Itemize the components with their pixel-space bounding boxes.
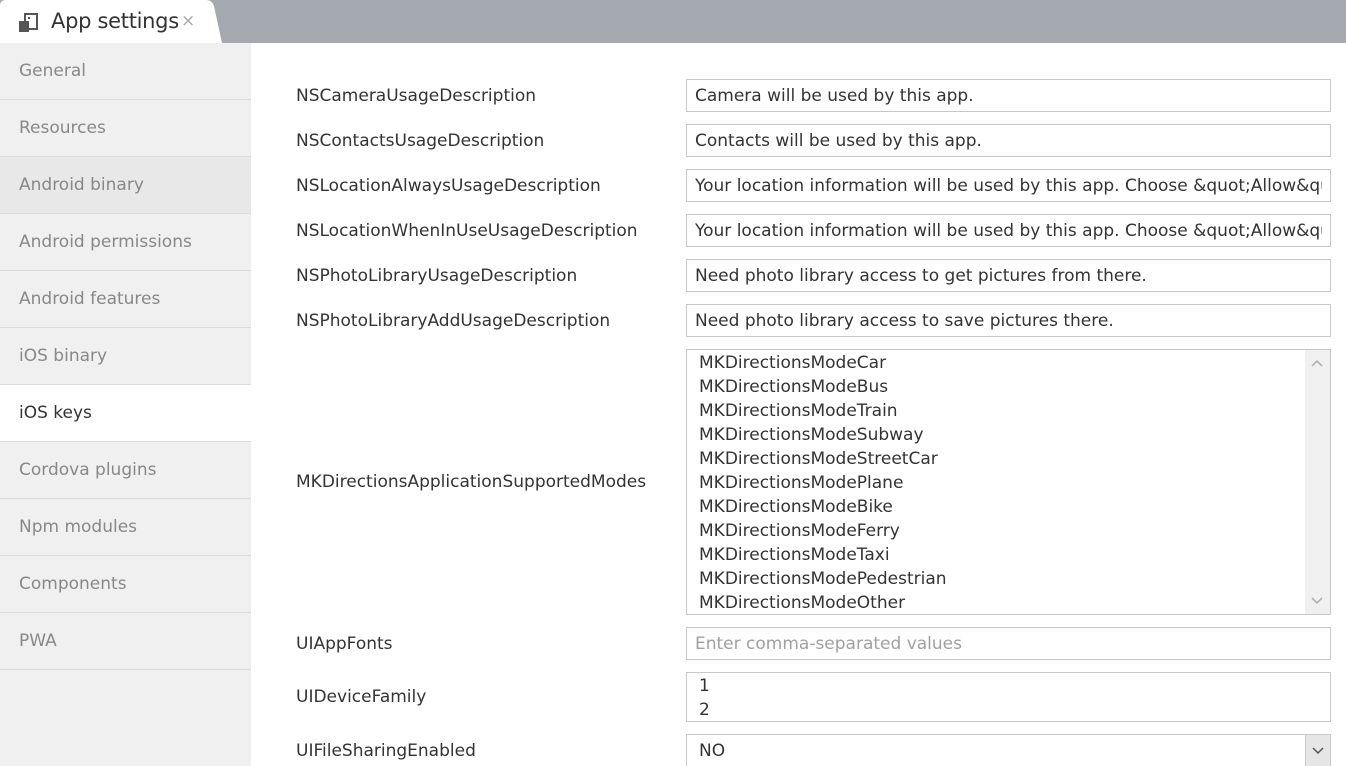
sidebar-item-android-permissions[interactable]: Android permissions [0, 214, 251, 271]
photo-library-add-label: NSPhotoLibraryAddUsageDescription [296, 311, 611, 331]
tab-title: App settings [51, 9, 179, 33]
device-family-listbox[interactable]: 1 2 [686, 672, 1331, 722]
sidebar: General Resources Android binary Android… [0, 43, 251, 766]
location-when-in-use-input[interactable] [686, 214, 1331, 247]
chevron-up-icon[interactable] [1310, 358, 1324, 368]
sidebar-item-cordova-plugins[interactable]: Cordova plugins [0, 442, 251, 499]
list-item[interactable]: 1 [699, 674, 710, 698]
location-always-label: NSLocationAlwaysUsageDescription [296, 176, 601, 196]
sidebar-item-ios-binary[interactable]: iOS binary [0, 328, 251, 385]
list-item[interactable]: MKDirectionsModeBus [699, 375, 947, 399]
sidebar-item-android-features[interactable]: Android features [0, 271, 251, 328]
photo-library-label: NSPhotoLibraryUsageDescription [296, 266, 578, 286]
sidebar-item-general[interactable]: General [0, 43, 251, 100]
camera-usage-label: NSCameraUsageDescription [296, 86, 537, 106]
list-item[interactable]: MKDirectionsModeFerry [699, 519, 947, 543]
chevron-down-icon [1312, 747, 1324, 755]
list-item[interactable]: MKDirectionsModeSubway [699, 423, 947, 447]
list-item[interactable]: MKDirectionsModeTaxi [699, 543, 947, 567]
dropdown-button[interactable] [1305, 735, 1330, 766]
sidebar-item-npm-modules[interactable]: Npm modules [0, 499, 251, 556]
location-when-in-use-label: NSLocationWhenInUseUsageDescription [296, 221, 638, 241]
contacts-usage-label: NSContactsUsageDescription [296, 131, 545, 151]
list-item[interactable]: MKDirectionsModePedestrian [699, 567, 947, 591]
tab-app-settings[interactable]: App settings × [0, 0, 222, 43]
list-item[interactable]: MKDirectionsModePlane [699, 471, 947, 495]
app-fonts-label: UIAppFonts [296, 634, 393, 654]
tab-bar: App settings × [0, 0, 1346, 43]
sidebar-item-components[interactable]: Components [0, 556, 251, 613]
list-item[interactable]: 2 [699, 698, 710, 722]
file-sharing-select[interactable]: NO [686, 734, 1331, 766]
app-fonts-input[interactable] [686, 627, 1331, 660]
sidebar-item-android-binary[interactable]: Android binary [0, 157, 251, 214]
sidebar-item-pwa[interactable]: PWA [0, 613, 251, 670]
chevron-down-icon[interactable] [1310, 596, 1324, 606]
directions-modes-listbox[interactable]: MKDirectionsModeCar MKDirectionsModeBus … [686, 349, 1331, 615]
camera-usage-input[interactable] [686, 79, 1331, 112]
list-item[interactable]: MKDirectionsModeCar [699, 351, 947, 375]
directions-modes-label: MKDirectionsApplicationSupportedModes [296, 472, 647, 492]
close-icon[interactable]: × [181, 11, 195, 31]
list-item[interactable]: MKDirectionsModeStreetCar [699, 447, 947, 471]
list-item[interactable]: MKDirectionsModeBike [699, 495, 947, 519]
app-settings-icon [19, 13, 38, 32]
photo-library-input[interactable] [686, 259, 1331, 292]
list-item[interactable]: MKDirectionsModeTrain [699, 399, 947, 423]
file-sharing-label: UIFileSharingEnabled [296, 741, 476, 761]
photo-library-add-input[interactable] [686, 304, 1331, 337]
file-sharing-value: NO [699, 741, 726, 761]
sidebar-item-ios-keys[interactable]: iOS keys [0, 385, 251, 442]
device-family-label: UIDeviceFamily [296, 687, 427, 707]
listbox-scrollbar[interactable] [1305, 350, 1330, 614]
ios-keys-form: NSCameraUsageDescription NSContactsUsage… [251, 43, 1346, 766]
location-always-input[interactable] [686, 169, 1331, 202]
sidebar-item-resources[interactable]: Resources [0, 100, 251, 157]
contacts-usage-input[interactable] [686, 124, 1331, 157]
list-item[interactable]: MKDirectionsModeOther [699, 591, 947, 614]
